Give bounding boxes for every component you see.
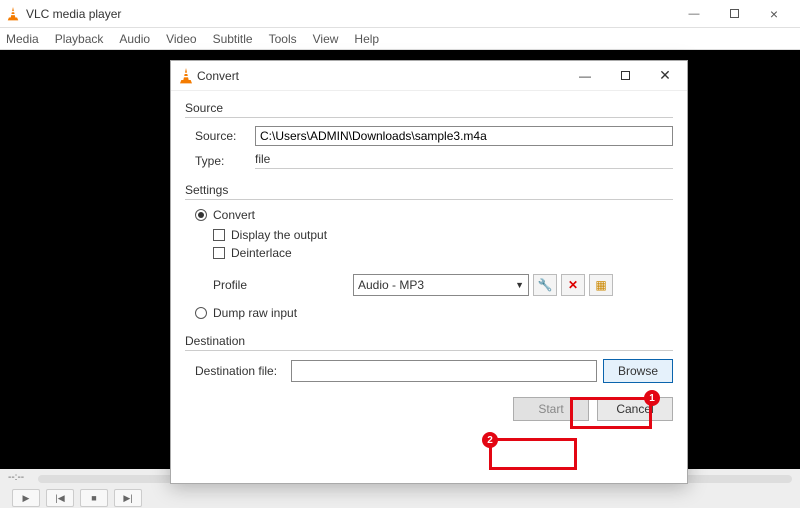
convert-dialog: Convert — ✕ Source Source: Type: file Se… <box>170 60 688 484</box>
main-titlebar: VLC media player — × <box>0 0 800 28</box>
main-minimize-button[interactable]: — <box>674 3 714 25</box>
profile-select[interactable]: Audio - MP3 ▼ <box>353 274 529 296</box>
source-input[interactable] <box>255 126 673 146</box>
source-label: Source: <box>195 129 255 143</box>
dump-raw-radio[interactable] <box>195 307 207 319</box>
stop-button[interactable]: ■ <box>80 489 108 507</box>
dialog-titlebar: Convert — ✕ <box>171 61 687 91</box>
divider <box>185 117 673 118</box>
cancel-button[interactable]: Cancel <box>597 397 673 421</box>
time-elapsed: --:-- <box>8 472 24 483</box>
source-group-label: Source <box>185 101 673 115</box>
destination-group-label: Destination <box>185 334 673 348</box>
edit-profile-button[interactable]: 🔧 <box>533 274 557 296</box>
next-button[interactable]: ▶| <box>114 489 142 507</box>
menu-audio[interactable]: Audio <box>119 32 150 46</box>
new-profile-button[interactable]: ▦ <box>589 274 613 296</box>
convert-radio[interactable] <box>195 209 207 221</box>
menu-subtitle[interactable]: Subtitle <box>213 32 253 46</box>
settings-group-label: Settings <box>185 183 673 197</box>
delete-icon: ✕ <box>568 278 578 292</box>
destination-file-input[interactable] <box>291 360 597 382</box>
menu-view[interactable]: View <box>313 32 339 46</box>
menu-video[interactable]: Video <box>166 32 196 46</box>
start-button[interactable]: Start <box>513 397 589 421</box>
divider <box>185 199 673 200</box>
dump-raw-label: Dump raw input <box>213 306 297 320</box>
prev-button[interactable]: |◀ <box>46 489 74 507</box>
profile-label: Profile <box>213 278 353 292</box>
chevron-down-icon: ▼ <box>515 280 524 290</box>
dialog-title: Convert <box>197 69 565 83</box>
menubar: Media Playback Audio Video Subtitle Tool… <box>0 28 800 50</box>
display-output-checkbox[interactable] <box>213 229 225 241</box>
deinterlace-checkbox[interactable] <box>213 247 225 259</box>
dialog-maximize-button[interactable] <box>605 62 645 90</box>
wrench-icon: 🔧 <box>538 278 553 292</box>
vlc-cone-icon <box>6 7 20 21</box>
main-window-title: VLC media player <box>26 7 674 21</box>
menu-tools[interactable]: Tools <box>269 32 297 46</box>
type-value: file <box>255 152 673 169</box>
new-icon: ▦ <box>595 278 606 292</box>
main-close-button[interactable]: × <box>754 3 794 25</box>
deinterlace-label: Deinterlace <box>231 246 292 260</box>
browse-button[interactable]: Browse <box>603 359 673 383</box>
destination-file-label: Destination file: <box>195 364 291 378</box>
convert-radio-label: Convert <box>213 208 255 222</box>
profile-value: Audio - MP3 <box>358 278 424 292</box>
menu-playback[interactable]: Playback <box>55 32 104 46</box>
display-output-label: Display the output <box>231 228 327 242</box>
play-button[interactable]: ▶ <box>12 489 40 507</box>
dialog-close-button[interactable]: ✕ <box>645 62 685 90</box>
divider <box>185 350 673 351</box>
vlc-cone-icon <box>179 68 193 84</box>
main-window-controls: — × <box>674 3 794 25</box>
type-label: Type: <box>195 154 255 168</box>
dialog-minimize-button[interactable]: — <box>565 62 605 90</box>
main-maximize-button[interactable] <box>714 3 754 25</box>
menu-help[interactable]: Help <box>354 32 379 46</box>
delete-profile-button[interactable]: ✕ <box>561 274 585 296</box>
menu-media[interactable]: Media <box>6 32 39 46</box>
